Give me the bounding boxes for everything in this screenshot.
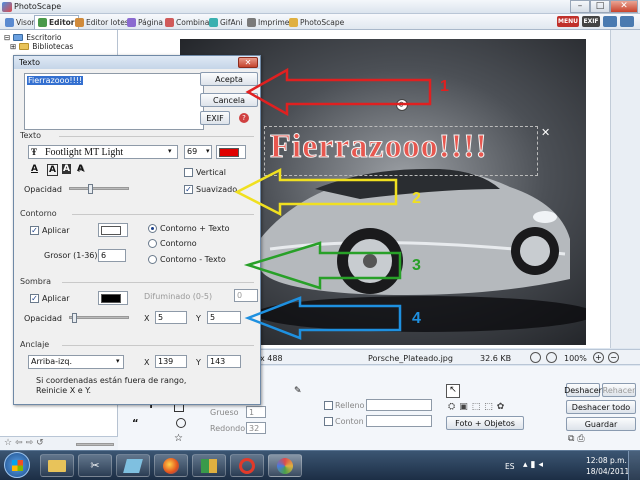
arrow-3: [243, 241, 402, 290]
arrow-2: [234, 167, 398, 217]
firefox-icon: [163, 458, 179, 474]
start-button[interactable]: [4, 452, 30, 478]
paint-palette-icon: [277, 458, 293, 474]
tray-icons[interactable]: ▴▮◂: [523, 460, 546, 470]
show-desktop-button[interactable]: [628, 451, 640, 480]
clock-time[interactable]: 12:08 p.m.: [586, 456, 627, 465]
folder-icon: [48, 460, 66, 472]
language-indicator[interactable]: ES: [505, 462, 515, 471]
opera-icon: [239, 458, 255, 474]
taskbar-app-5[interactable]: [192, 454, 226, 477]
taskbar-app-2[interactable]: ✂: [78, 454, 112, 477]
clock-date[interactable]: 18/04/2011: [586, 467, 629, 476]
taskbar-firefox[interactable]: [154, 454, 188, 477]
annotation-number-2: 2: [412, 190, 421, 207]
taskbar-explorer[interactable]: [40, 454, 74, 477]
arrow-1: [245, 67, 432, 117]
annotation-number-1: 1: [440, 78, 449, 95]
taskbar-app-3[interactable]: [116, 454, 150, 477]
annotation-arrows: [234, 67, 432, 340]
window-icon: [123, 459, 143, 473]
taskbar-photoscape[interactable]: [268, 454, 302, 477]
taskbar-app-6[interactable]: [230, 454, 264, 477]
windows-logo-icon: [11, 460, 23, 471]
network-icon: [201, 459, 217, 473]
arrow-4: [244, 296, 402, 340]
annotation-number-4: 4: [412, 310, 421, 327]
tools-icon: ✂: [90, 459, 100, 472]
annotation-number-3: 3: [412, 257, 421, 274]
